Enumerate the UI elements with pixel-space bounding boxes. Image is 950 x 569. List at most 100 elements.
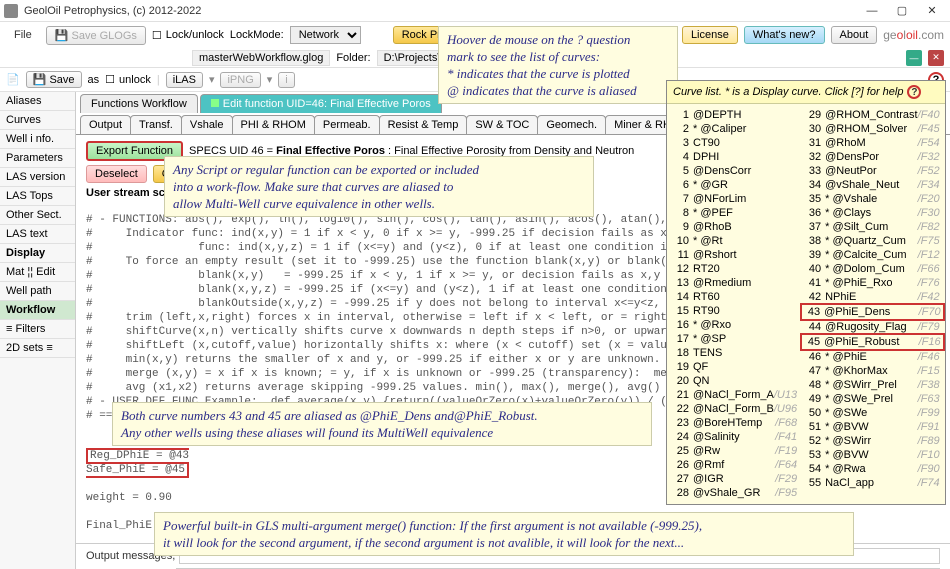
subtab-permeab-[interactable]: Permeab. — [314, 115, 380, 134]
curve-row-16[interactable]: 16* @Rxo — [669, 318, 801, 332]
curve-row-54[interactable]: 54* @Rwa /F90 — [801, 462, 943, 476]
maximize-button[interactable]: ▢ — [888, 2, 916, 20]
down-icon[interactable]: ▾ — [209, 73, 215, 86]
curve-row-37[interactable]: 37* @Silt_Cum /F82 — [801, 220, 943, 234]
curve-row-25[interactable]: 25 @Rw /F19 — [669, 444, 801, 458]
curve-row-27[interactable]: 27 @IGR /F29 — [669, 472, 801, 486]
curve-row-52[interactable]: 52* @SWirr /F89 — [801, 434, 943, 448]
curve-row-34[interactable]: 34@vShale_Neut /F34 — [801, 178, 943, 192]
sidebar-item-workflow[interactable]: Workflow — [0, 301, 75, 320]
sidebar-item-las-text[interactable]: LAS text — [0, 225, 75, 244]
down-icon-2[interactable]: ▾ — [267, 73, 273, 86]
subtab-phi-rhom[interactable]: PHI & RHOM — [232, 115, 315, 134]
curve-row-53[interactable]: 53* @BVW /F10 — [801, 448, 943, 462]
functions-workflow-tab[interactable]: Functions Workflow — [80, 94, 198, 113]
curve-row-38[interactable]: 38* @Quartz_Cum /F75 — [801, 234, 943, 248]
curve-row-20[interactable]: 20 QN — [669, 374, 801, 388]
close-button[interactable]: ✕ — [918, 2, 946, 20]
curve-row-33[interactable]: 33@NeutPor /F52 — [801, 164, 943, 178]
sidebar-item-las-tops[interactable]: LAS Tops — [0, 187, 75, 206]
license-button[interactable]: License — [682, 26, 738, 44]
curve-row-9[interactable]: 9 @RhoB — [669, 220, 801, 234]
curve-row-50[interactable]: 50* @SWe /F99 — [801, 406, 943, 420]
sidebar-item-mat-edit[interactable]: Mat ¦¦ Edit — [0, 263, 75, 282]
curve-row-55[interactable]: 55 NaCl_app /F74 — [801, 476, 943, 490]
edit-function-tab[interactable]: Edit function UID=46: Final Effective Po… — [200, 94, 442, 113]
curve-row-21[interactable]: 21 @NaCl_Form_A /U13 — [669, 388, 801, 402]
lock-unlock-checkbox[interactable]: Lock/unlock — [152, 29, 224, 42]
curve-row-35[interactable]: 35* @Vshale /F20 — [801, 192, 943, 206]
minimize-button[interactable]: — — [858, 2, 886, 20]
curve-row-45[interactable]: 45@PhiE_Robust /F16 — [800, 333, 944, 351]
curve-row-11[interactable]: 11 @Rshort — [669, 248, 801, 262]
lockmode-select[interactable]: Network — [290, 26, 361, 44]
curve-row-48[interactable]: 48* @SWirr_Prel /F38 — [801, 378, 943, 392]
curve-row-19[interactable]: 19 QF — [669, 360, 801, 374]
curve-row-51[interactable]: 51* @BVW /F91 — [801, 420, 943, 434]
sidebar-item-aliases[interactable]: Aliases — [0, 92, 75, 111]
sidebar-item-other-sect-[interactable]: Other Sect. — [0, 206, 75, 225]
sidebar-item-well-path[interactable]: Well path — [0, 282, 75, 301]
curve-row-17[interactable]: 17* @SP — [669, 332, 801, 346]
curve-row-26[interactable]: 26 @Rmf /F64 — [669, 458, 801, 472]
curve-row-29[interactable]: 29@RHOM_Contrast /F40 — [801, 108, 943, 122]
curve-row-30[interactable]: 30@RHOM_Solver /F45 — [801, 122, 943, 136]
sidebar-item--d-sets-[interactable]: 2D sets ≡ — [0, 339, 75, 358]
curve-row-3[interactable]: 3 CT90 — [669, 136, 801, 150]
curve-row-22[interactable]: 22 @NaCl_Form_B /U96 — [669, 402, 801, 416]
curve-row-42[interactable]: 42 NPhiE /F42 — [801, 290, 943, 304]
curve-row-44[interactable]: 44@Rugosity_Flag /F79 — [801, 320, 943, 334]
curve-row-24[interactable]: 24 @Salinity /F41 — [669, 430, 801, 444]
sidebar-item-curves[interactable]: Curves — [0, 111, 75, 130]
curve-row-15[interactable]: 15 RT90 — [669, 304, 801, 318]
file-menu[interactable]: File — [6, 27, 40, 43]
curve-row-23[interactable]: 23 @BoreHTemp /F68 — [669, 416, 801, 430]
sidebar-item--filters[interactable]: ≡ Filters — [0, 320, 75, 339]
curve-row-32[interactable]: 32@DensPor /F32 — [801, 150, 943, 164]
curve-row-12[interactable]: 12 RT20 — [669, 262, 801, 276]
curve-row-41[interactable]: 41* @PhiE_Rxo /F76 — [801, 276, 943, 290]
unlock-checkbox[interactable]: unlock — [105, 73, 151, 86]
subtab-sw-toc[interactable]: SW & TOC — [466, 115, 538, 134]
ipng-button[interactable]: iPNG — [220, 72, 260, 88]
ilas-button[interactable]: iLAS — [166, 72, 203, 88]
curve-row-49[interactable]: 49* @SWe_Prel /F63 — [801, 392, 943, 406]
curve-row-6[interactable]: 6* @GR — [669, 178, 801, 192]
subtab-output[interactable]: Output — [80, 115, 131, 134]
curve-row-43[interactable]: 43@PhiE_Dens /F70 — [800, 303, 944, 321]
subtab-vshale[interactable]: Vshale — [181, 115, 233, 134]
curve-row-1[interactable]: 1@DEPTH — [669, 108, 801, 122]
curve-row-47[interactable]: 47* @KhorMax /F15 — [801, 364, 943, 378]
curve-row-46[interactable]: 46* @PhiE /F46 — [801, 350, 943, 364]
about-button[interactable]: About — [831, 26, 878, 44]
i-button[interactable]: i — [278, 72, 294, 88]
sidebar-item-well-i-nfo-[interactable]: Well i nfo. — [0, 130, 75, 149]
curve-row-14[interactable]: 14 RT60 — [669, 290, 801, 304]
curve-row-8[interactable]: 8* @PEF — [669, 206, 801, 220]
curve-row-39[interactable]: 39* @Calcite_Cum /F12 — [801, 248, 943, 262]
close-panel-icon[interactable]: ✕ — [928, 50, 944, 66]
curve-row-28[interactable]: 28 @vShale_GR /F95 — [669, 486, 801, 500]
curve-row-40[interactable]: 40* @Dolom_Cum /F66 — [801, 262, 943, 276]
subtab-transf-[interactable]: Transf. — [130, 115, 182, 134]
curve-row-4[interactable]: 4 DPHI — [669, 150, 801, 164]
deselect-button[interactable]: Deselect — [86, 165, 147, 183]
minimize-panel-icon[interactable]: — — [906, 50, 922, 66]
curve-row-31[interactable]: 31@RhoM /F54 — [801, 136, 943, 150]
subtab-geomech-[interactable]: Geomech. — [537, 115, 606, 134]
sidebar-item-parameters[interactable]: Parameters — [0, 149, 75, 168]
sidebar-item-las-version[interactable]: LAS version — [0, 168, 75, 187]
subtab-resist-temp[interactable]: Resist & Temp — [379, 115, 468, 134]
save-button[interactable]: 💾 Save — [26, 71, 82, 88]
curve-row-18[interactable]: 18 TENS — [669, 346, 801, 360]
curve-row-5[interactable]: 5 @DensCorr — [669, 164, 801, 178]
curve-row-7[interactable]: 7 @NForLim — [669, 192, 801, 206]
save-glogs-button[interactable]: 💾 Save GLOGs — [46, 26, 146, 45]
curve-row-36[interactable]: 36* @Clays /F30 — [801, 206, 943, 220]
curve-row-13[interactable]: 13 @Rmedium — [669, 276, 801, 290]
whats-new-button[interactable]: What's new? — [744, 26, 825, 44]
curve-row-10[interactable]: 10* @Rt — [669, 234, 801, 248]
curve-row-2[interactable]: 2* @Caliper — [669, 122, 801, 136]
sidebar-item-display[interactable]: Display — [0, 244, 75, 263]
curve-help-icon[interactable]: ? — [907, 85, 921, 99]
